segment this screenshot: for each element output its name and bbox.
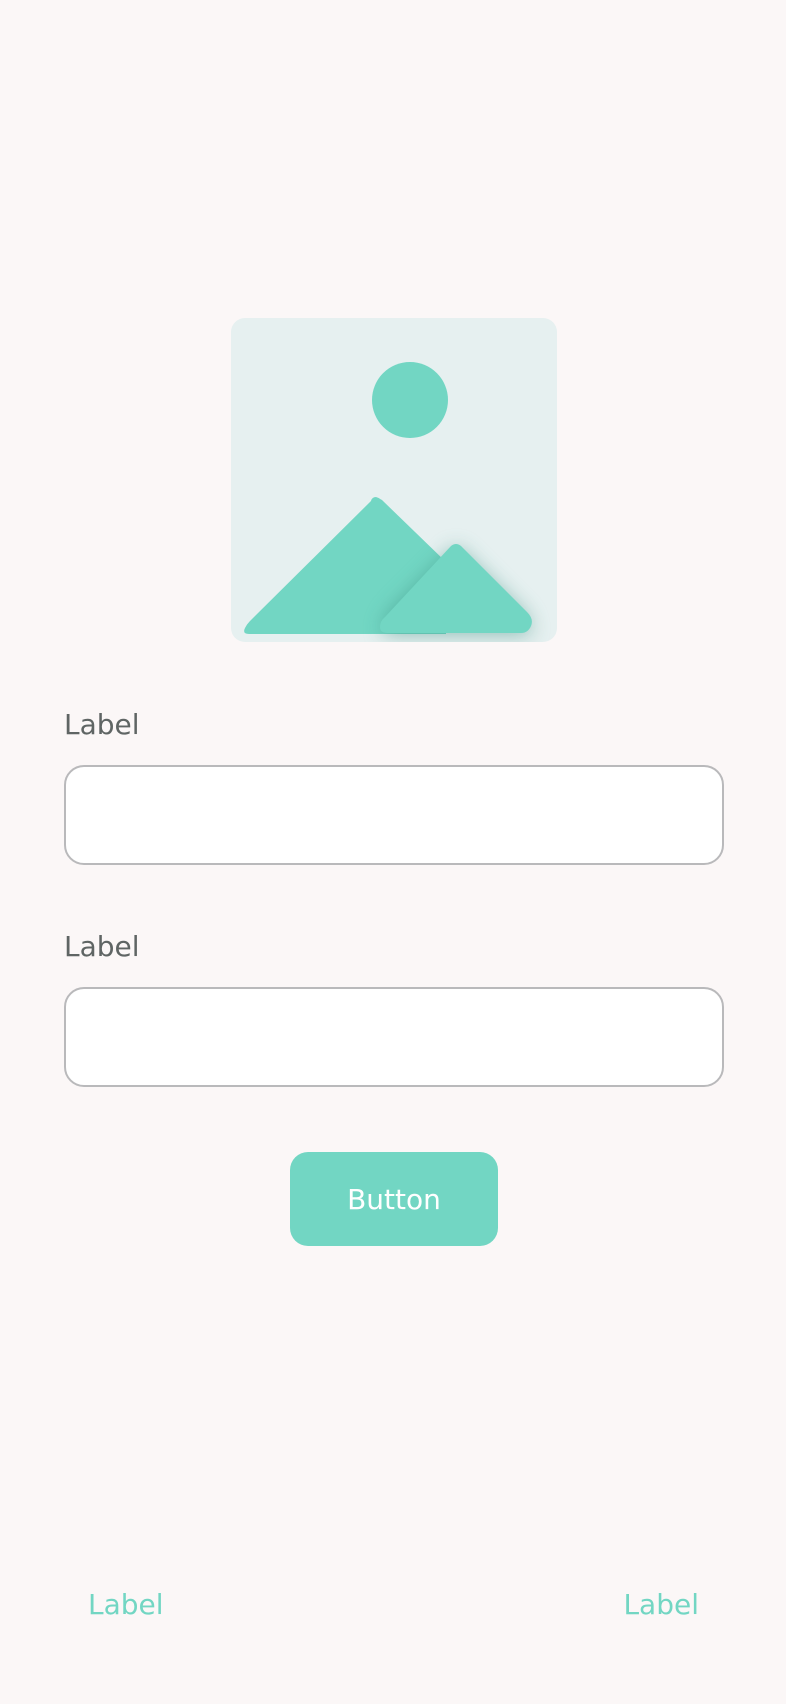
footer-right-link[interactable]: Label (623, 1588, 699, 1621)
screen: Label Label Button Label Label (0, 0, 786, 1704)
sun-shape (372, 362, 448, 438)
field1-input[interactable] (64, 765, 724, 865)
field2-input[interactable] (64, 987, 724, 1087)
image-placeholder-icon (231, 318, 557, 642)
primary-button[interactable]: Button (290, 1152, 498, 1246)
field1-label: Label (64, 708, 140, 741)
field2-label: Label (64, 930, 140, 963)
footer-left-link[interactable]: Label (88, 1588, 164, 1621)
